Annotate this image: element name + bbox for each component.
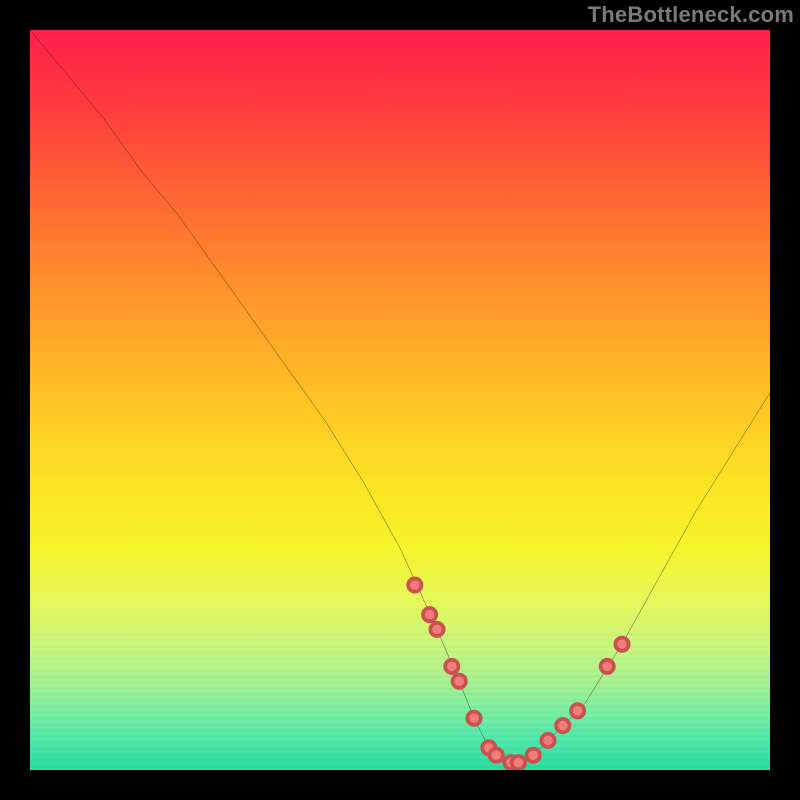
highlight-dot [408, 578, 421, 591]
highlight-dot [453, 675, 466, 688]
highlight-dot [571, 704, 584, 717]
highlight-dot [527, 749, 540, 762]
highlight-dot [512, 756, 525, 769]
highlight-dot [467, 712, 480, 725]
highlight-dot [541, 734, 554, 747]
highlight-dot [615, 638, 628, 651]
highlight-dot [490, 749, 503, 762]
highlight-dots [408, 578, 629, 769]
highlight-dot [430, 623, 443, 636]
highlight-dot [445, 660, 458, 673]
highlight-dot [556, 719, 569, 732]
highlight-dot [601, 660, 614, 673]
highlight-dot [423, 608, 436, 621]
plot-area [30, 30, 770, 770]
chart-stage: TheBottleneck.com [0, 0, 800, 800]
watermark-text: TheBottleneck.com [588, 2, 794, 28]
bottleneck-curve [30, 30, 770, 763]
curve-svg [30, 30, 770, 770]
